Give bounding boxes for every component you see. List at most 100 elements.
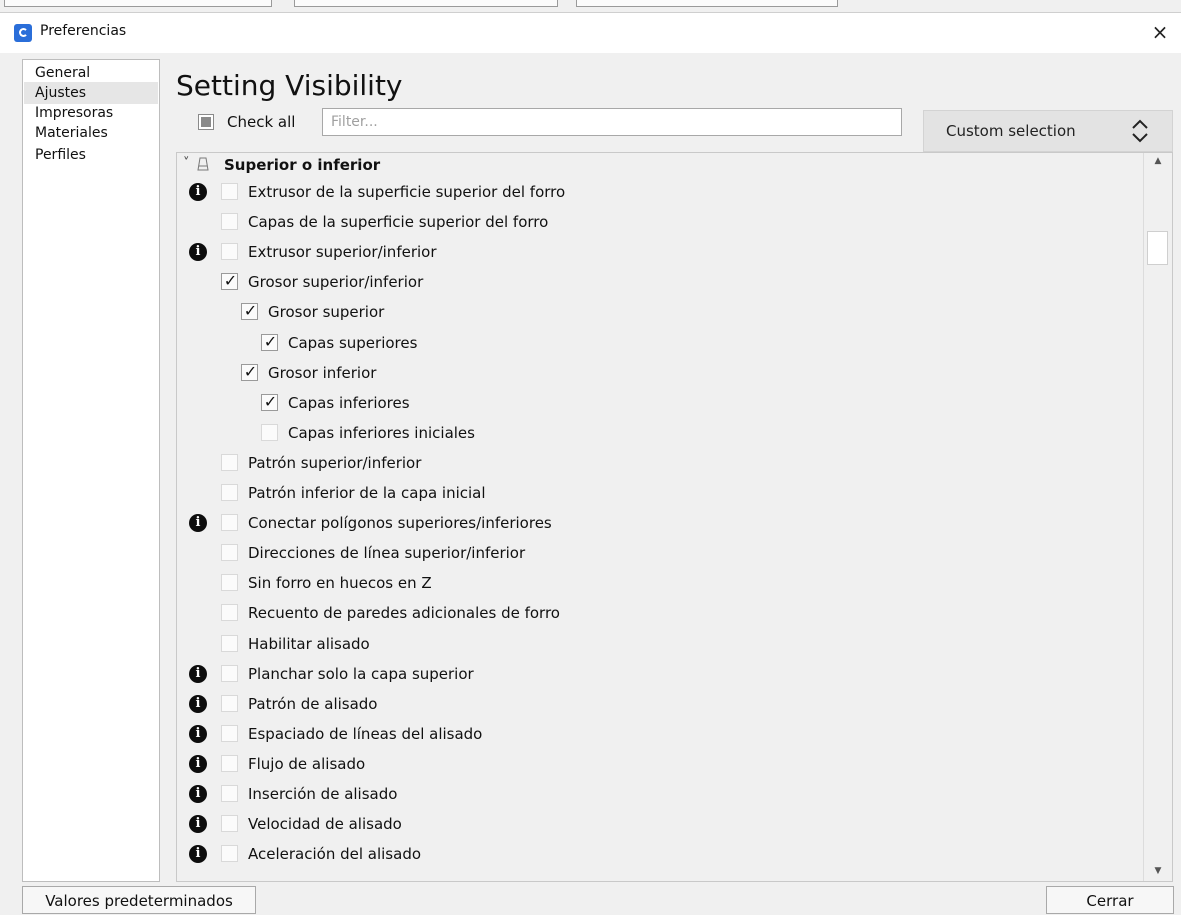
info-icon[interactable]: i — [189, 664, 207, 683]
setting-row[interactable]: Direcciones de línea superior/inferior — [177, 538, 1137, 568]
setting-label: Capas superiores — [288, 333, 418, 352]
setting-row[interactable]: i Flujo de alisado — [177, 749, 1137, 779]
preset-dropdown-label: Custom selection — [946, 122, 1076, 140]
info-icon[interactable]: i — [189, 754, 207, 773]
sidebar-item-perfiles[interactable]: Perfiles — [24, 144, 158, 166]
setting-visibility-checkbox[interactable] — [221, 484, 238, 501]
setting-visibility-checkbox[interactable]: ✓ — [241, 361, 258, 381]
setting-row[interactable]: i Velocidad de alisado — [177, 809, 1137, 839]
setting-label: Capas de la superficie superior del forr… — [248, 213, 549, 232]
setting-label: Patrón superior/inferior — [248, 453, 422, 472]
setting-label: Capas inferiores — [288, 393, 410, 412]
setting-visibility-checkbox[interactable] — [221, 845, 238, 863]
setting-label: Planchar solo la capa superior — [248, 664, 474, 683]
info-icon[interactable]: i — [189, 183, 207, 201]
scroll-up-arrow-icon[interactable]: ▲ — [1148, 153, 1168, 169]
setting-row[interactable]: i Extrusor de la superficie superior del … — [177, 177, 1137, 207]
setting-label: Grosor inferior — [268, 363, 377, 382]
setting-row[interactable]: ✓ Grosor superior/inferior — [177, 267, 1137, 297]
setting-visibility-checkbox[interactable]: ✓ — [261, 332, 278, 351]
setting-visibility-checkbox[interactable]: ✓ — [221, 271, 238, 291]
setting-row[interactable]: i Espaciado de líneas del alisado — [177, 719, 1137, 749]
close-window-button[interactable]: × — [1147, 19, 1173, 45]
setting-visibility-checkbox[interactable]: ✓ — [261, 391, 278, 411]
background-tab — [4, 0, 272, 7]
setting-visibility-checkbox[interactable] — [221, 544, 238, 562]
setting-visibility-checkbox[interactable]: ✓ — [241, 301, 258, 321]
setting-visibility-checkbox[interactable] — [221, 785, 238, 802]
check-all-label[interactable]: Check all — [227, 112, 295, 132]
category-header[interactable]: ˅ Superior o inferior — [177, 153, 1137, 177]
setting-visibility-checkbox[interactable] — [221, 514, 238, 532]
setting-visibility-checkbox[interactable] — [221, 815, 238, 833]
settings-list: ˅ Superior o inferior i Extrusor de la su… — [176, 152, 1173, 882]
setting-visibility-checkbox[interactable] — [221, 724, 238, 742]
layers-icon — [197, 157, 209, 171]
title-bar: Preferencias × — [0, 12, 1181, 53]
setting-row[interactable]: i Extrusor superior/inferior — [177, 237, 1137, 267]
close-icon: × — [1151, 20, 1169, 44]
setting-visibility-checkbox[interactable] — [221, 574, 238, 592]
setting-label: Aceleración del alisado — [248, 845, 422, 864]
setting-row[interactable]: Patrón superior/inferior — [177, 448, 1137, 478]
setting-row[interactable]: i Patrón de alisado — [177, 689, 1137, 719]
info-icon[interactable]: i — [189, 243, 207, 262]
info-icon[interactable]: i — [189, 845, 207, 864]
setting-row[interactable]: ✓ Capas superiores — [177, 328, 1137, 358]
setting-row[interactable]: ✓ Grosor superior — [177, 297, 1137, 327]
checkmark-icon: ✓ — [243, 361, 258, 381]
check-all-checkbox[interactable] — [199, 115, 213, 129]
setting-label: Extrusor superior/inferior — [248, 243, 437, 262]
setting-visibility-checkbox[interactable] — [221, 453, 238, 471]
setting-label: Velocidad de alisado — [248, 815, 402, 834]
sidebar-item-general[interactable]: General — [24, 62, 158, 84]
setting-row[interactable]: i Planchar solo la capa superior — [177, 659, 1137, 689]
setting-visibility-checkbox[interactable] — [261, 423, 278, 441]
restore-defaults-button[interactable]: Valores predeterminados — [22, 886, 256, 914]
setting-visibility-checkbox[interactable] — [221, 183, 238, 200]
setting-visibility-checkbox[interactable] — [221, 754, 238, 772]
info-icon[interactable]: i — [189, 514, 207, 533]
setting-row[interactable]: i Conectar polígonos superiores/inferiore… — [177, 508, 1137, 538]
preset-dropdown[interactable]: Custom selection — [923, 110, 1173, 152]
setting-visibility-checkbox[interactable] — [221, 694, 238, 712]
scroll-down-arrow-icon[interactable]: ▼ — [1148, 863, 1168, 879]
info-icon[interactable]: i — [189, 694, 207, 713]
setting-label: Sin forro en huecos en Z — [248, 574, 432, 593]
setting-visibility-checkbox[interactable] — [221, 634, 238, 652]
sidebar-item-ajustes[interactable]: Ajustes — [24, 82, 158, 104]
setting-row[interactable]: Recuento de paredes adicionales de forro — [177, 598, 1137, 628]
setting-row[interactable]: ✓ Capas inferiores — [177, 388, 1137, 418]
setting-label: Patrón inferior de la capa inicial — [248, 484, 486, 502]
info-icon[interactable]: i — [189, 815, 207, 834]
setting-visibility-checkbox[interactable] — [221, 664, 238, 682]
scrollbar-thumb[interactable] — [1147, 231, 1168, 265]
setting-row[interactable]: Habilitar alisado — [177, 629, 1137, 659]
category-label: Superior o inferior — [224, 156, 381, 174]
checkmark-icon: ✓ — [243, 301, 258, 321]
checkmark-icon: ✓ — [263, 391, 278, 411]
setting-label: Direcciones de línea superior/inferior — [248, 544, 526, 563]
setting-label: Flujo de alisado — [248, 754, 366, 773]
setting-row[interactable]: Sin forro en huecos en Z — [177, 568, 1137, 598]
sidebar-item-materiales[interactable]: Materiales — [24, 122, 158, 144]
setting-row[interactable]: i Aceleración del alisado — [177, 839, 1137, 869]
setting-row[interactable]: Patrón inferior de la capa inicial — [177, 478, 1137, 508]
setting-row[interactable]: i Inserción de alisado — [177, 779, 1137, 809]
background-tab-strip — [0, 0, 1181, 10]
info-icon[interactable]: i — [189, 785, 207, 803]
info-icon[interactable]: i — [189, 724, 207, 743]
filter-input[interactable] — [322, 108, 902, 136]
setting-label: Extrusor de la superficie superior del f… — [248, 183, 566, 201]
window-title: Preferencias — [40, 23, 127, 39]
setting-row[interactable]: ✓ Grosor inferior — [177, 358, 1137, 388]
setting-row[interactable]: Capas de la superficie superior del forr… — [177, 207, 1137, 237]
setting-visibility-checkbox[interactable] — [221, 213, 238, 231]
vertical-scrollbar[interactable]: ▲ ▼ — [1143, 153, 1172, 881]
setting-visibility-checkbox[interactable] — [221, 243, 238, 261]
setting-visibility-checkbox[interactable] — [221, 604, 238, 622]
setting-row[interactable]: Capas inferiores iniciales — [177, 418, 1137, 448]
close-button[interactable]: Cerrar — [1046, 886, 1174, 914]
background-tab — [576, 0, 838, 7]
sidebar-item-impresoras[interactable]: Impresoras — [24, 102, 158, 124]
